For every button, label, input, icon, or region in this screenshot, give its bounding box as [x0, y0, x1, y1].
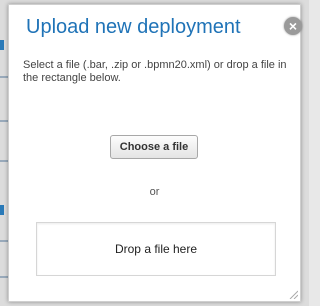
upload-instructions: Select a file (.bar, .zip or .bpmn20.xml…	[23, 59, 287, 84]
close-button[interactable]: ×	[284, 17, 302, 35]
choose-file-button[interactable]: Choose a file	[110, 135, 198, 159]
file-drop-zone[interactable]: Drop a file here	[36, 222, 276, 276]
close-icon: ×	[288, 18, 298, 34]
dialog-title: Upload new deployment	[26, 16, 241, 38]
upload-deployment-dialog: Upload new deployment Select a file (.ba…	[8, 4, 301, 302]
background-fragment	[0, 40, 4, 50]
drop-zone-label: Drop a file here	[114, 242, 198, 256]
background-fragment	[0, 205, 4, 215]
resize-grip-icon[interactable]	[288, 289, 298, 299]
or-separator: or	[149, 186, 160, 198]
